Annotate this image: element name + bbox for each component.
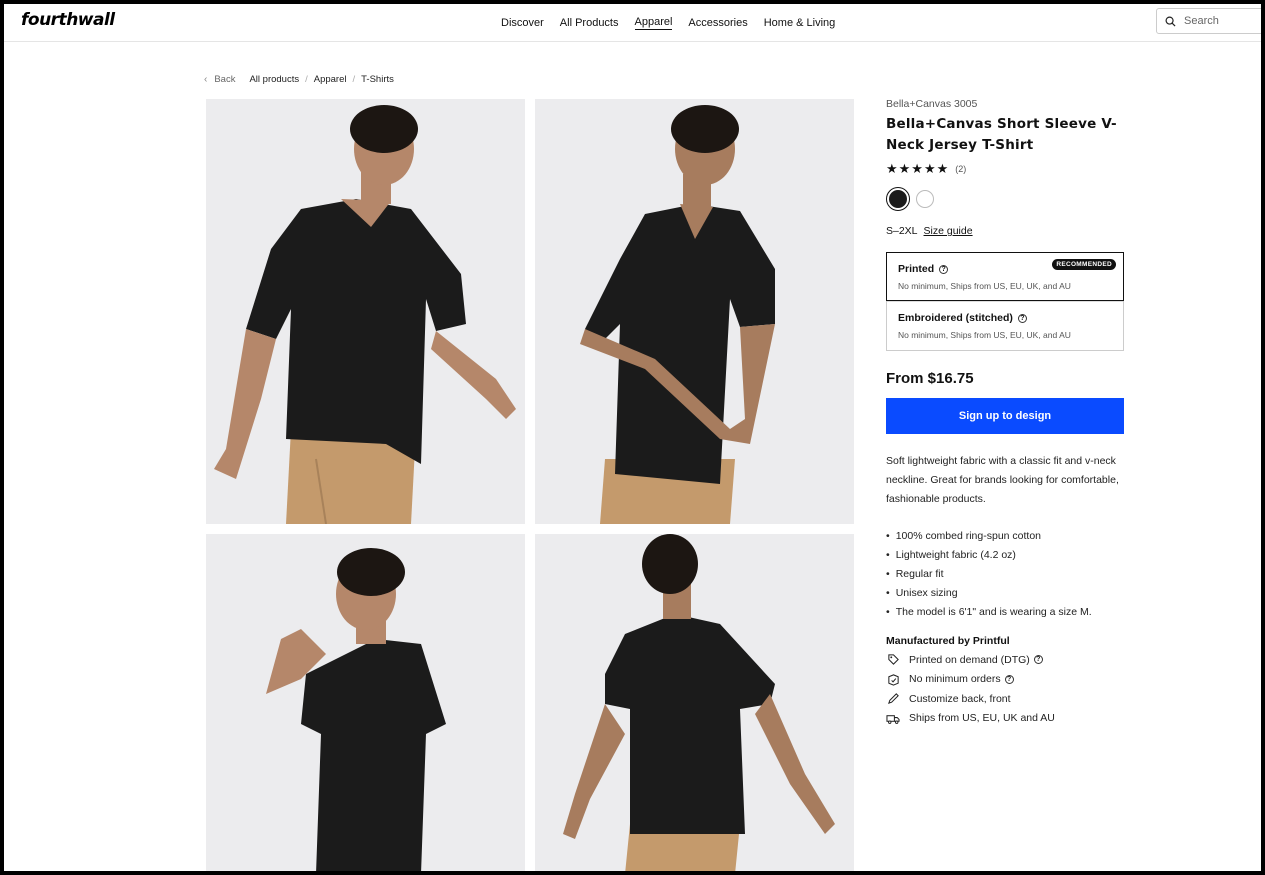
list-item: Regular fit [886,565,1124,584]
product-rating[interactable]: ★★★★★ (2) [886,161,1124,177]
search-box[interactable] [1156,8,1261,34]
nav-accessories[interactable]: Accessories [688,17,747,30]
option-printed[interactable]: Printed ? No minimum, Ships from US, EU,… [886,252,1124,301]
back-link[interactable]: ‹ Back [204,74,235,85]
help-icon[interactable]: ? [1033,655,1043,665]
feature-no-minimum: No minimum orders ? [886,670,1124,690]
product-photo-front[interactable] [206,99,525,524]
back-label: Back [214,74,236,85]
product-photo-angle[interactable] [535,99,854,524]
option-printed-sub: No minimum, Ships from US, EU, UK, and A… [898,281,1071,291]
color-swatches [886,187,1124,211]
product-features-list: 100% combed ring-spun cotton Lightweight… [886,527,1124,622]
package-icon [886,672,900,686]
help-icon[interactable]: ? [1004,674,1014,684]
product-photo-side[interactable] [206,534,525,871]
main-nav: Discover All Products Apparel Accessorie… [501,4,851,42]
star-rating-icon: ★★★★★ [886,161,950,176]
size-range: S–2XL [886,225,918,237]
feature-no-minimum-text: No minimum orders [909,673,1001,686]
manufacturer-features: Printed on demand (DTG) ? No minimum ord… [886,650,1124,728]
print-tag-icon [886,653,900,667]
sign-up-to-design-button[interactable]: Sign up to design [886,398,1124,434]
option-embroidered-sub: No minimum, Ships from US, EU, UK, and A… [898,330,1071,340]
nav-home-living[interactable]: Home & Living [764,17,836,30]
feature-shipping-text: Ships from US, EU, UK and AU [909,712,1055,725]
nav-discover[interactable]: Discover [501,17,544,30]
product-details: Bella+Canvas 3005 Bella+Canvas Short Sle… [886,98,1124,728]
site-header: fourthwall Discover All Products Apparel… [4,4,1261,42]
recommended-badge: RECOMMENDED [1052,259,1116,270]
feature-customize-text: Customize back, front [909,692,1011,705]
product-title: Bella+Canvas Short Sleeve V-Neck Jersey … [886,116,1117,153]
size-guide-link[interactable]: Size guide [924,225,973,237]
search-input[interactable] [1184,15,1261,27]
breadcrumb-tshirts[interactable]: T-Shirts [361,74,394,85]
help-icon[interactable]: ? [1017,313,1027,323]
swatch-black[interactable] [886,187,910,211]
breadcrumb: ‹ Back All products / Apparel / T-Shirts [204,74,394,85]
truck-icon [886,711,900,725]
product-description: Soft lightweight fabric with a classic f… [886,455,1119,505]
swatch-black-fill [889,190,907,208]
feature-dtg: Printed on demand (DTG) ? [886,650,1124,670]
breadcrumb-all-products[interactable]: All products [249,74,299,85]
list-item: Unisex sizing [886,584,1124,603]
swatch-white[interactable] [916,190,934,208]
pencil-icon [886,692,900,706]
feature-shipping: Ships from US, EU, UK and AU [886,709,1124,729]
print-method-options: Printed ? No minimum, Ships from US, EU,… [886,252,1124,351]
feature-dtg-text: Printed on demand (DTG) [909,653,1030,666]
nav-all-products[interactable]: All Products [560,17,619,30]
breadcrumb-apparel[interactable]: Apparel [314,74,347,85]
option-embroidered-name: Embroidered (stitched) ? [898,312,1112,324]
breadcrumb-separator: / [305,74,308,85]
manufacturer-title: Manufactured by Printful [886,635,1010,647]
option-printed-label: Printed [898,263,935,275]
chevron-left-icon: ‹ [204,74,208,85]
product-brand: Bella+Canvas 3005 [886,98,978,110]
help-icon[interactable]: ? [939,264,949,274]
feature-customize: Customize back, front [886,689,1124,709]
list-item: Lightweight fabric (4.2 oz) [886,546,1124,565]
option-embroidered[interactable]: Embroidered (stitched) ? No minimum, Shi… [887,301,1123,350]
list-item: 100% combed ring-spun cotton [886,527,1124,546]
product-photo-back[interactable] [535,534,854,871]
breadcrumb-separator: / [352,74,356,85]
size-info: S–2XL Size guide [886,225,1124,237]
search-icon [1165,16,1176,27]
list-item: The model is 6'1" and is wearing a size … [886,603,1124,622]
nav-apparel[interactable]: Apparel [634,16,673,30]
product-price: From $16.75 [886,370,974,387]
browser-viewport: fourthwall Discover All Products Apparel… [4,4,1261,871]
fourthwall-logo[interactable]: fourthwall [21,10,115,30]
option-embroidered-label: Embroidered (stitched) [898,312,1013,324]
review-count[interactable]: (2) [955,164,966,174]
